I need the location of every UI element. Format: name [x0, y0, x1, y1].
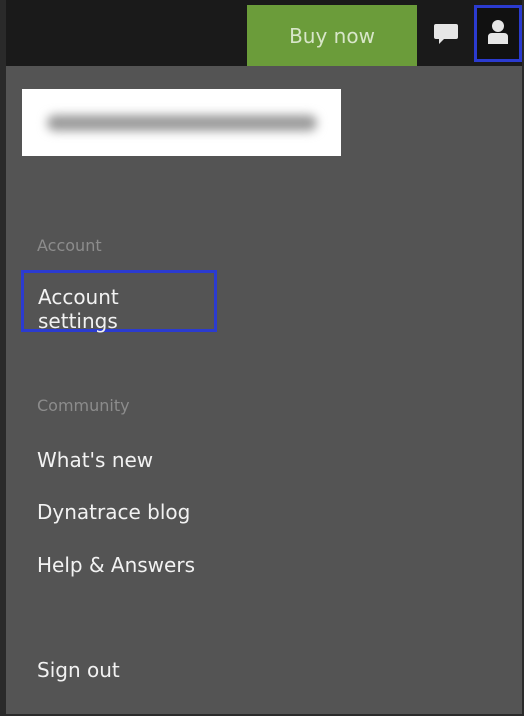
user-name-blurred: [22, 89, 341, 156]
user-icon: [487, 19, 509, 49]
whats-new-link[interactable]: What's new: [37, 448, 153, 472]
buy-now-button[interactable]: Buy now: [247, 5, 417, 66]
account-section-title: Account: [37, 236, 102, 255]
user-menu-panel: Buy now Account Account settings Communi…: [0, 0, 524, 716]
user-menu-button[interactable]: [474, 5, 522, 62]
account-settings-link[interactable]: Account settings: [21, 270, 217, 333]
blurred-text-placeholder: [46, 114, 317, 131]
chat-bubble-icon: [433, 23, 459, 49]
chat-button[interactable]: [418, 5, 474, 66]
dynatrace-blog-link[interactable]: Dynatrace blog: [37, 500, 190, 524]
top-bar: Buy now: [6, 0, 522, 66]
help-answers-link[interactable]: Help & Answers: [37, 553, 195, 577]
sign-out-link[interactable]: Sign out: [37, 658, 120, 682]
community-section-title: Community: [37, 396, 130, 415]
